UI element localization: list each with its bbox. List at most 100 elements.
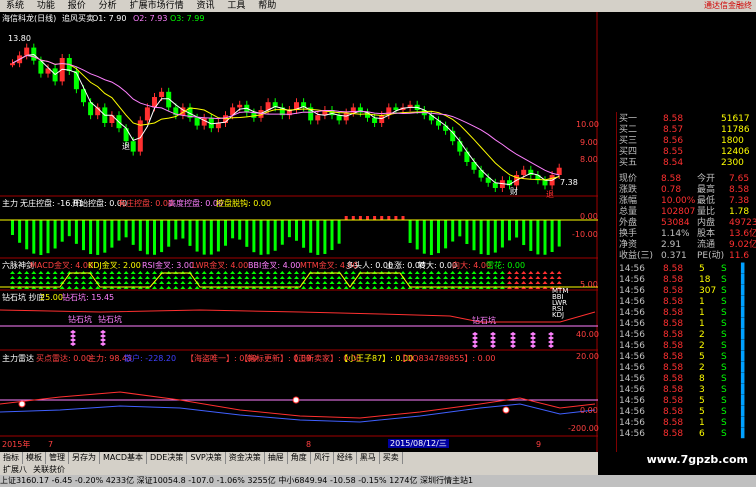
ext-tab-0[interactable]: 扩展八 [0, 465, 30, 474]
tick-volume: 5 [699, 352, 705, 362]
price-high-label: 13.80 [8, 34, 31, 43]
tag-cai: 财 [510, 187, 518, 196]
stat-row[interactable]: 涨跌 0.78 最高 8.58 [617, 185, 756, 196]
menu-analysis[interactable]: 分析 [99, 0, 117, 12]
tab-2[interactable]: 管理 [46, 452, 69, 464]
ext-tab-1[interactable]: 关联获价 [30, 465, 68, 474]
tab-11[interactable]: 经纬 [334, 452, 357, 464]
bid-row[interactable]: 买五 8.54 2300 [617, 158, 756, 169]
stat-label: 总量 [619, 207, 638, 217]
tab-6[interactable]: SVP决策 [187, 452, 226, 464]
stat-value: 0.371 [661, 251, 687, 261]
tick-volume: 5 [699, 264, 705, 274]
tab-12[interactable]: 黑马 [357, 452, 380, 464]
bid-row[interactable]: 买三 8.56 1800 [617, 136, 756, 147]
menu-news[interactable]: 资讯 [196, 0, 214, 12]
menu-help[interactable]: 帮助 [258, 0, 276, 12]
tick-row[interactable]: 14:56 8.58 1 S ▌ [617, 418, 756, 429]
text-overlay: 海信科龙(日线) 追风买卖 O1: 7.90 O2: 7.93 O3: 7.99… [0, 12, 598, 452]
ad-banner[interactable]: 通达信金融终 [700, 0, 756, 12]
p2-decouple: 控盘脱钩: 0.00 [216, 199, 272, 208]
watermark-text: www.7gpzb.com [646, 453, 748, 466]
tick-side: S [721, 330, 727, 340]
tab-7[interactable]: 资金决策 [226, 452, 265, 464]
tab-10[interactable]: 风行 [311, 452, 334, 464]
tick-row[interactable]: 14:56 8.58 6 S ▌ [617, 429, 756, 440]
tick-mark: ▌ [741, 385, 748, 395]
stat-row[interactable]: 收益(三) 0.371 PE(动) 11.6 [617, 251, 756, 262]
axis-0-a: 0.00 [580, 212, 598, 221]
tick-row[interactable]: 14:56 8.58 3 S ▌ [617, 385, 756, 396]
stat-label2: PE(动) [697, 251, 725, 261]
indicator-tabbar: 指标 模板 管理 另存为 MACD基本 DDE决策 SVP决策 资金决策 抽屉 角度 风行 经纬 黑马买… [0, 452, 598, 464]
stat-row[interactable]: 现价 8.58 今开 7.65 [617, 174, 756, 185]
tick-volume: 5 [699, 396, 705, 406]
tick-side: S [721, 429, 727, 439]
stat-label2: 最高 [697, 185, 716, 195]
tab-4[interactable]: MACD基本 [100, 452, 147, 464]
tab-3[interactable]: 另存为 [69, 452, 100, 464]
stat-label2: 量比 [697, 207, 716, 217]
menu-tools[interactable]: 工具 [227, 0, 245, 12]
o2-value: O2: 7.93 [133, 14, 168, 23]
tick-row[interactable]: 14:56 8.58 1 S ▌ [617, 319, 756, 330]
tick-row[interactable]: 14:56 8.58 5 S ▌ [617, 264, 756, 275]
axis-9: 9.00 [580, 138, 598, 147]
menu-system[interactable]: 系统 [6, 0, 24, 12]
tick-side: S [721, 286, 727, 296]
tick-time: 14:56 [619, 286, 645, 296]
bid-volume: 11786 [721, 125, 750, 135]
status-bar: 上证3160.17 -6.45 -0.20% 4233亿 深证10054.8 -… [0, 475, 756, 487]
stat-label: 收益(三) [619, 251, 654, 261]
tick-row[interactable]: 14:56 8.58 5 S ▌ [617, 407, 756, 418]
bid-row[interactable]: 买一 8.58 51617 [617, 114, 756, 125]
stat-row[interactable]: 总量 102807 量比 1.78 [617, 207, 756, 218]
tick-mark: ▌ [741, 407, 748, 417]
tick-price: 8.58 [663, 286, 684, 296]
tick-volume: 1 [699, 319, 705, 329]
axis-8: 8.00 [580, 155, 598, 164]
bid-price: 8.54 [663, 158, 684, 168]
timeline-year: 2015年 [2, 440, 31, 449]
tick-time: 14:56 [619, 264, 645, 274]
tab-13[interactable]: 买卖 [380, 452, 403, 464]
stat-row[interactable]: 净资 2.91 流通 9.02亿 [617, 240, 756, 251]
tick-row[interactable]: 14:56 8.58 5 S ▌ [617, 396, 756, 407]
menu-bar: 系统 功能 报价 分析 扩展市场行情 资讯 工具 帮助 [0, 0, 756, 12]
tab-8[interactable]: 抽屉 [265, 452, 288, 464]
tick-side: S [721, 264, 727, 274]
tick-row[interactable]: 14:56 8.58 18 S ▌ [617, 275, 756, 286]
tab-0[interactable]: 指标 [0, 452, 23, 464]
stat-label: 外盘 [619, 218, 638, 228]
tick-row[interactable]: 14:56 8.58 307 S ▌ [617, 286, 756, 297]
tick-row[interactable]: 14:56 8.58 2 S ▌ [617, 330, 756, 341]
bid-row[interactable]: 买四 8.55 12406 [617, 147, 756, 158]
stat-row[interactable]: 外盘 53084 内盘 49723 [617, 218, 756, 229]
tab-5[interactable]: DDE决策 [147, 452, 188, 464]
tick-row[interactable]: 14:56 8.58 5 S ▌ [617, 352, 756, 363]
tick-row[interactable]: 14:56 8.58 2 S ▌ [617, 341, 756, 352]
tick-volume: 1 [699, 308, 705, 318]
tick-side: S [721, 407, 727, 417]
menu-function[interactable]: 功能 [37, 0, 55, 12]
stat-row[interactable]: 涨幅 10.00% 最低 7.38 [617, 196, 756, 207]
tick-side: S [721, 352, 727, 362]
tab-1[interactable]: 模板 [23, 452, 46, 464]
tick-price: 8.58 [663, 407, 684, 417]
bid-volume: 1800 [721, 136, 744, 146]
stat-row[interactable]: 换手 1.14% 股本 13.6亿 [617, 229, 756, 240]
tab-9[interactable]: 角度 [288, 452, 311, 464]
tick-row[interactable]: 14:56 8.58 2 S ▌ [617, 363, 756, 374]
menu-ext-market[interactable]: 扩展市场行情 [130, 0, 184, 12]
tick-mark: ▌ [741, 374, 748, 384]
tick-price: 8.58 [663, 319, 684, 329]
bid-row[interactable]: 买二 8.57 11786 [617, 125, 756, 136]
tick-row[interactable]: 14:56 8.58 1 S ▌ [617, 297, 756, 308]
tick-row[interactable]: 14:56 8.58 1 S ▌ [617, 308, 756, 319]
p4-title: 钻石坑 抄底 [2, 293, 45, 302]
menu-quote[interactable]: 报价 [68, 0, 86, 12]
tick-volume: 2 [699, 330, 705, 340]
stat-value: 2.91 [661, 240, 682, 250]
tick-row[interactable]: 14:56 8.58 8 S ▌ [617, 374, 756, 385]
stat-label: 涨跌 [619, 185, 638, 195]
